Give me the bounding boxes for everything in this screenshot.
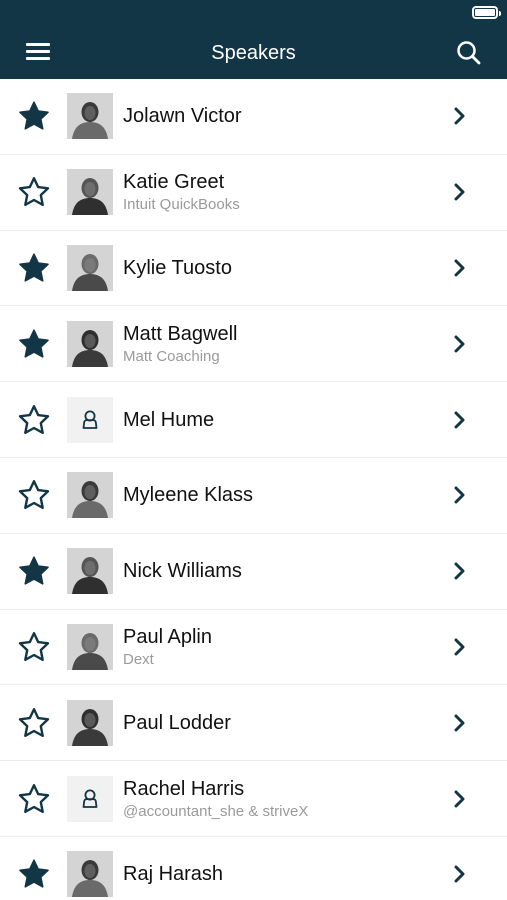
speaker-row[interactable]: Paul Lodder	[0, 685, 507, 762]
speaker-row[interactable]: Myleene Klass	[0, 458, 507, 534]
speaker-text: Paul Lodder	[123, 711, 423, 735]
chevron-right-icon	[453, 335, 467, 353]
speaker-row[interactable]: Rachel Harris @accountant_she & striveX	[0, 761, 507, 837]
speaker-name: Nick Williams	[123, 560, 242, 583]
favorite-star-filled-icon[interactable]	[17, 555, 51, 587]
speaker-text: Mel Hume	[123, 408, 423, 432]
speaker-name: Paul Lodder	[123, 711, 231, 734]
chevron-right-icon	[453, 486, 467, 504]
search-button[interactable]	[455, 39, 483, 67]
speaker-row[interactable]: Nick Williams	[0, 534, 507, 610]
speaker-row[interactable]: Raj Harash	[0, 837, 507, 900]
favorite-star-outline-icon[interactable]	[17, 707, 51, 739]
favorite-star-outline-icon[interactable]	[17, 631, 51, 663]
avatar	[67, 851, 113, 898]
chevron-right-icon	[453, 183, 467, 201]
speaker-subtitle: Intuit QuickBooks	[123, 196, 240, 214]
chevron-right-icon	[453, 411, 467, 429]
battery-level	[475, 9, 495, 16]
header-bar: Speakers	[0, 0, 507, 79]
speaker-name: Raj Harash	[123, 863, 224, 886]
speakers-screen: Speakers Jolawn Victor Katie Greet Intuit …	[0, 0, 507, 900]
battery-icon	[472, 6, 501, 19]
avatar-placeholder-icon	[67, 775, 113, 822]
speaker-subtitle: @accountant_she & striveX	[123, 802, 309, 820]
speaker-row[interactable]: Jolawn Victor	[0, 79, 507, 155]
chevron-right-icon	[453, 562, 467, 580]
speaker-row[interactable]: Matt Bagwell Matt Coaching	[0, 306, 507, 383]
speaker-text: Nick Williams	[123, 559, 423, 583]
avatar	[67, 169, 113, 216]
speaker-name: Katie Greet	[123, 171, 225, 194]
favorite-star-filled-icon[interactable]	[17, 100, 51, 132]
chevron-right-icon	[453, 107, 467, 125]
favorite-star-filled-icon[interactable]	[17, 328, 51, 360]
speaker-name: Jolawn Victor	[123, 105, 242, 128]
speaker-name: Kylie Tuosto	[123, 256, 232, 279]
speaker-text: Matt Bagwell Matt Coaching	[123, 322, 423, 366]
speaker-name: Matt Bagwell	[123, 322, 238, 345]
speaker-text: Rachel Harris @accountant_she & striveX	[123, 777, 423, 821]
speaker-name: Paul Aplin	[123, 625, 212, 648]
chevron-right-icon	[453, 714, 467, 732]
chevron-right-icon	[453, 790, 467, 808]
speaker-text: Kylie Tuosto	[123, 256, 423, 280]
avatar	[67, 244, 113, 291]
favorite-star-outline-icon[interactable]	[17, 176, 51, 208]
avatar	[67, 320, 113, 367]
speaker-row[interactable]: Mel Hume	[0, 382, 507, 458]
avatar	[67, 93, 113, 140]
favorite-star-outline-icon[interactable]	[17, 404, 51, 436]
favorite-star-filled-icon[interactable]	[17, 252, 51, 284]
favorite-star-outline-icon[interactable]	[17, 479, 51, 511]
avatar	[67, 623, 113, 670]
speaker-subtitle: Dext	[123, 650, 154, 668]
avatar	[67, 699, 113, 746]
avatar	[67, 548, 113, 595]
search-icon	[457, 41, 481, 65]
speaker-list: Jolawn Victor Katie Greet Intuit QuickBook…	[0, 79, 507, 900]
favorite-star-filled-icon[interactable]	[17, 858, 51, 890]
speaker-row[interactable]: Paul Aplin Dext	[0, 610, 507, 686]
chevron-right-icon	[453, 865, 467, 883]
page-title: Speakers	[211, 42, 296, 64]
speaker-row[interactable]: Kylie Tuosto	[0, 231, 507, 307]
speaker-text: Myleene Klass	[123, 483, 423, 507]
speaker-text: Katie Greet Intuit QuickBooks	[123, 170, 423, 214]
avatar	[67, 472, 113, 519]
speaker-name: Mel Hume	[123, 408, 215, 431]
speaker-name: Myleene Klass	[123, 484, 254, 507]
chevron-right-icon	[453, 638, 467, 656]
speaker-text: Raj Harash	[123, 862, 423, 886]
speaker-row[interactable]: Katie Greet Intuit QuickBooks	[0, 155, 507, 231]
speaker-subtitle: Matt Coaching	[123, 347, 220, 365]
favorite-star-outline-icon[interactable]	[17, 783, 51, 815]
speaker-name: Rachel Harris	[123, 777, 245, 800]
avatar-placeholder-icon	[67, 396, 113, 443]
speaker-text: Jolawn Victor	[123, 104, 423, 128]
speaker-text: Paul Aplin Dext	[123, 625, 423, 669]
chevron-right-icon	[453, 259, 467, 277]
